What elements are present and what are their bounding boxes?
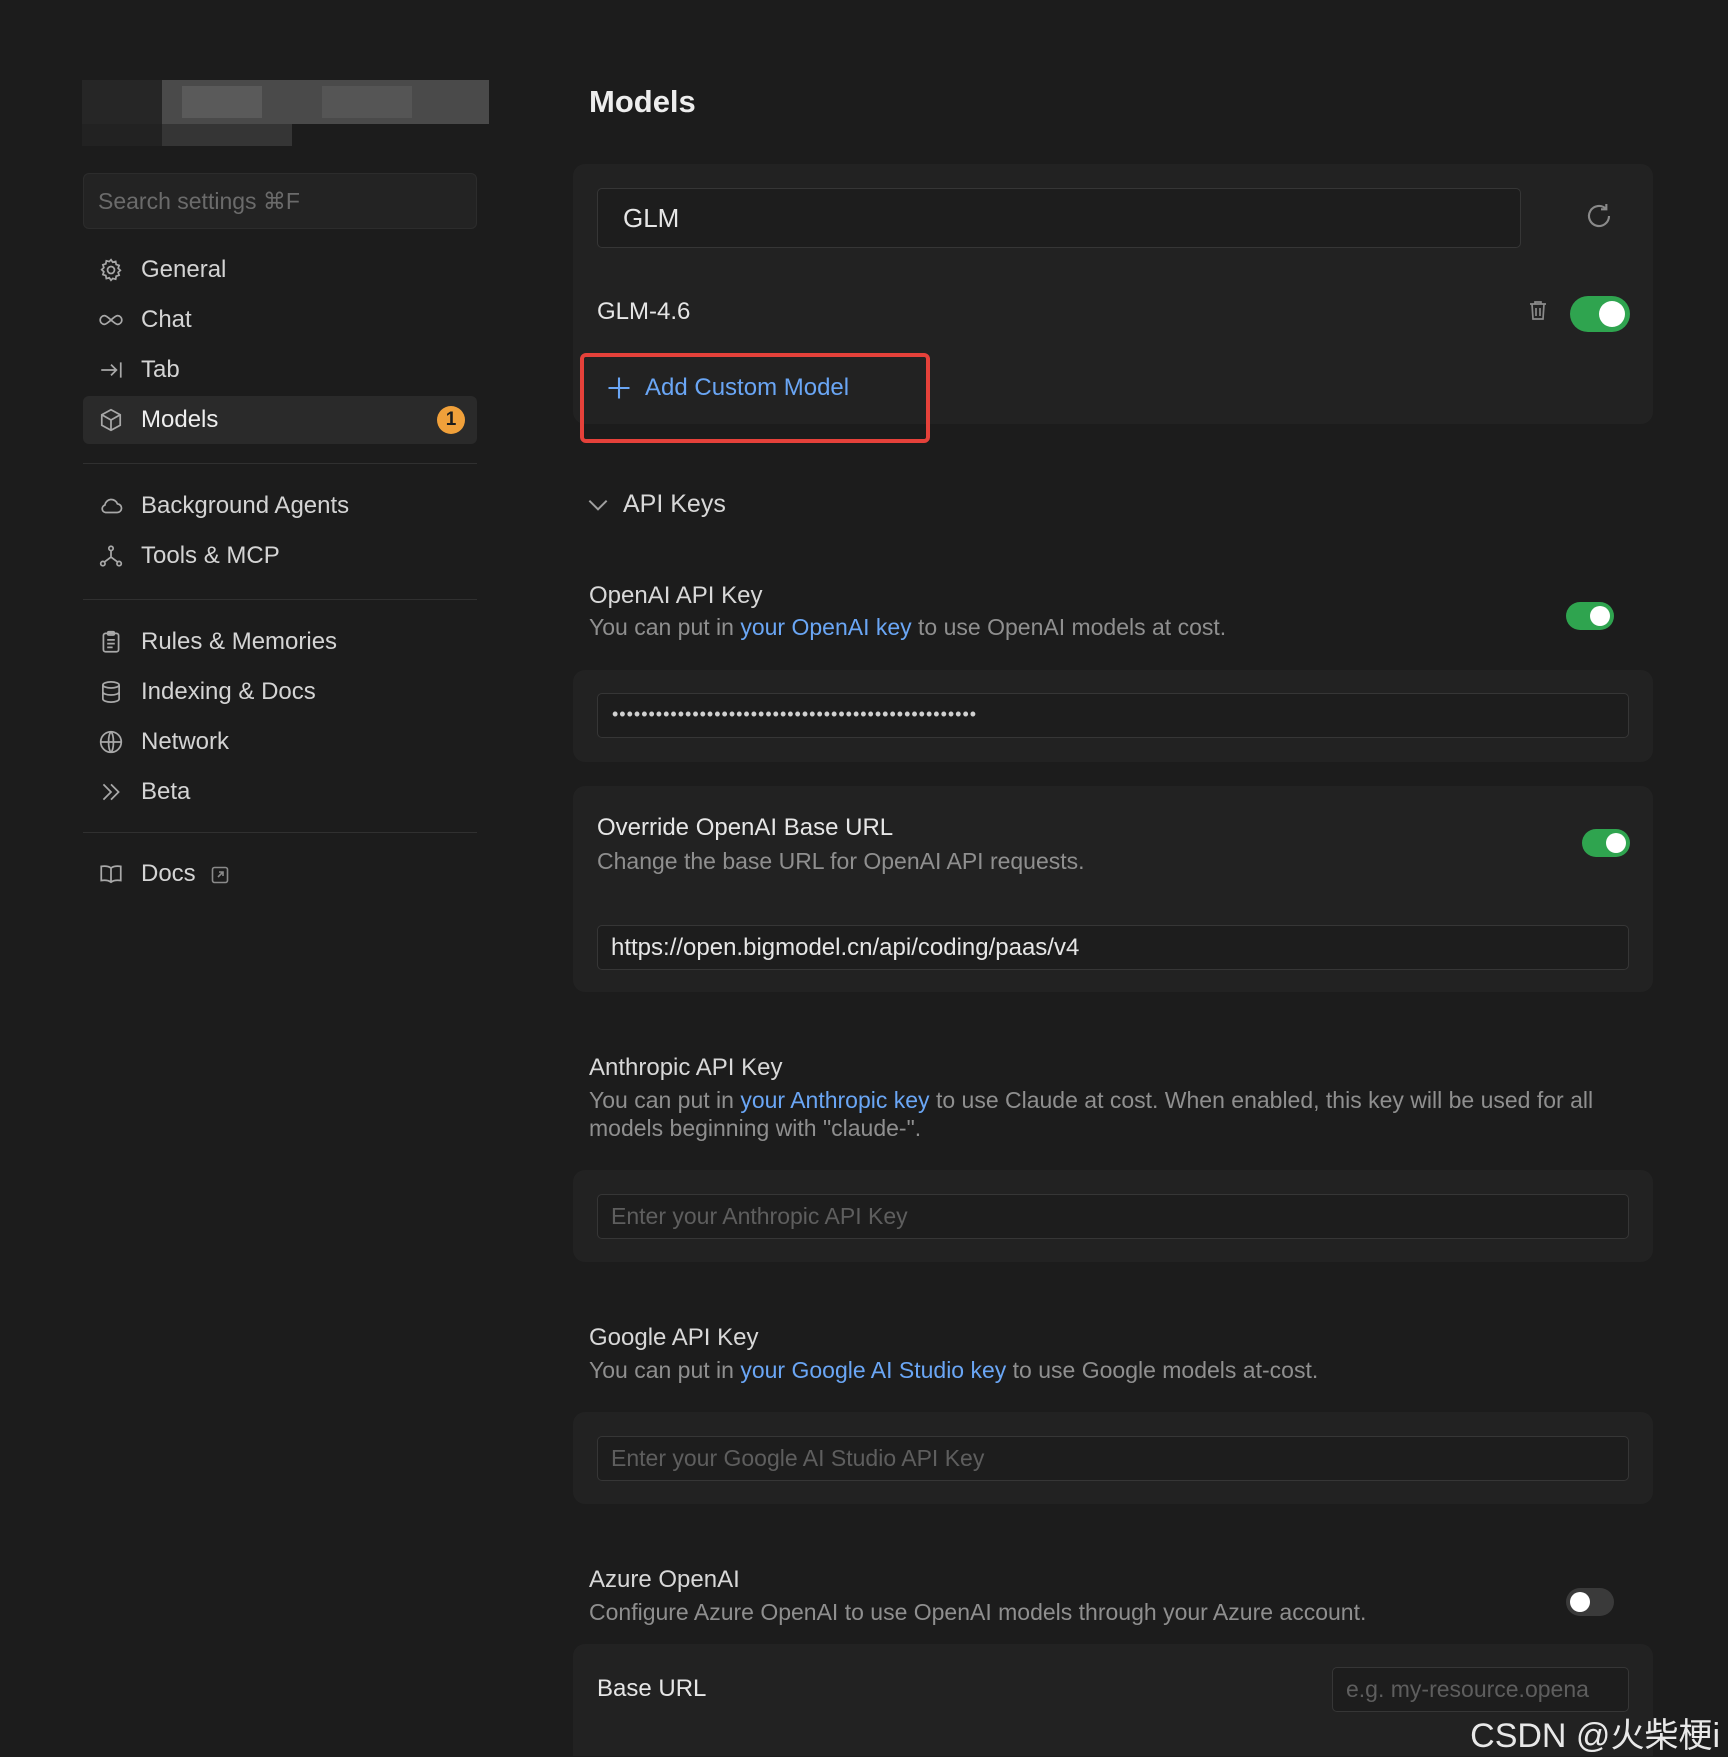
notification-badge: 1 (437, 406, 465, 434)
openai-key-title: OpenAI API Key (589, 582, 763, 609)
sidebar-item-models[interactable]: Models 1 (83, 396, 477, 444)
sidebar-item-network[interactable]: Network (83, 718, 477, 766)
override-base-url-title: Override OpenAI Base URL (597, 814, 894, 841)
azure-title: Azure OpenAI (589, 1566, 740, 1593)
sidebar-item-docs[interactable]: Docs (83, 850, 477, 898)
globe-icon (97, 728, 125, 756)
database-icon (97, 678, 125, 706)
api-keys-section-title: API Keys (623, 490, 726, 518)
openai-key-link[interactable]: your OpenAI key (740, 614, 911, 640)
google-key-description: You can put in your Google AI Studio key… (589, 1357, 1319, 1383)
azure-base-url-input[interactable] (1332, 1667, 1629, 1712)
openai-key-description: You can put in your OpenAI key to use Op… (589, 614, 1227, 640)
azure-description: Configure Azure OpenAI to use OpenAI mod… (589, 1599, 1367, 1625)
sidebar-item-label: General (141, 256, 227, 283)
plus-icon (605, 374, 633, 402)
page-title: Models (589, 84, 696, 119)
add-custom-model-label: Add Custom Model (645, 374, 850, 401)
double-chevron-icon (97, 778, 125, 806)
chevron-down-icon (585, 492, 611, 518)
settings-search-input[interactable]: Search settings ⌘F (83, 173, 477, 229)
arrow-right-bar-icon (97, 356, 125, 384)
model-search-input[interactable] (597, 188, 1521, 248)
watermark: CSDN @火柴梗i (1470, 1717, 1720, 1755)
sidebar-item-label: Tools & MCP (141, 542, 280, 569)
sidebar-item-label: Docs (141, 860, 196, 887)
sidebar-item-label: Rules & Memories (141, 628, 338, 655)
openai-key-input[interactable]: ••••••••••••••••••••••••••••••••••••••••… (597, 693, 1629, 738)
sidebar-item-label: Tab (141, 356, 180, 383)
model-name: GLM-4.6 (597, 298, 691, 325)
anthropic-key-title: Anthropic API Key (589, 1054, 783, 1081)
sidebar-item-indexing-docs[interactable]: Indexing & Docs (83, 668, 477, 716)
openai-key-toggle[interactable] (1566, 602, 1614, 630)
override-base-url-description: Change the base URL for OpenAI API reque… (597, 848, 1085, 874)
google-key-link[interactable]: your Google AI Studio key (740, 1357, 1006, 1383)
sidebar-item-tab[interactable]: Tab (83, 346, 477, 394)
cube-icon (97, 406, 125, 434)
base-url-input[interactable] (597, 925, 1629, 970)
sidebar-item-label: Chat (141, 306, 192, 333)
gear-icon (97, 256, 125, 284)
google-key-title: Google API Key (589, 1324, 759, 1351)
sidebar-item-beta[interactable]: Beta (83, 768, 477, 816)
sidebar-item-label: Indexing & Docs (141, 678, 316, 705)
clipboard-icon (97, 628, 125, 656)
anthropic-key-description: You can put in your Anthropic key to use… (589, 1087, 1594, 1141)
api-keys-section-toggle[interactable]: API Keys (585, 490, 726, 519)
sidebar-item-label: Background Agents (141, 492, 350, 519)
blurred-account-header (82, 80, 489, 146)
model-enabled-toggle[interactable] (1570, 296, 1630, 332)
sidebar-item-label: Network (141, 728, 230, 755)
sidebar-divider (83, 463, 477, 464)
infinity-icon (97, 306, 125, 334)
sidebar-item-label: Models (141, 406, 219, 433)
external-link-icon (210, 864, 230, 884)
sidebar-divider (83, 599, 477, 600)
tools-icon (97, 542, 125, 570)
google-key-input[interactable] (597, 1436, 1629, 1481)
azure-base-url-label: Base URL (597, 1675, 707, 1702)
add-custom-model-button[interactable]: Add Custom Model (605, 374, 849, 402)
trash-icon[interactable] (1526, 298, 1550, 324)
anthropic-key-input[interactable] (597, 1194, 1629, 1239)
sidebar-item-rules-memories[interactable]: Rules & Memories (83, 618, 477, 666)
cloud-icon (97, 492, 125, 520)
sidebar-item-label: Beta (141, 778, 191, 805)
sidebar-item-tools-mcp[interactable]: Tools & MCP (83, 532, 477, 580)
sidebar-item-general[interactable]: General (83, 246, 477, 294)
anthropic-key-link[interactable]: your Anthropic key (740, 1087, 929, 1113)
azure-toggle[interactable] (1566, 1588, 1614, 1616)
sidebar-item-background-agents[interactable]: Background Agents (83, 482, 477, 530)
sidebar-item-chat[interactable]: Chat (83, 296, 477, 344)
book-icon (97, 860, 125, 888)
refresh-icon[interactable] (1583, 200, 1619, 236)
sidebar-divider (83, 832, 477, 833)
override-base-url-toggle[interactable] (1582, 829, 1630, 857)
